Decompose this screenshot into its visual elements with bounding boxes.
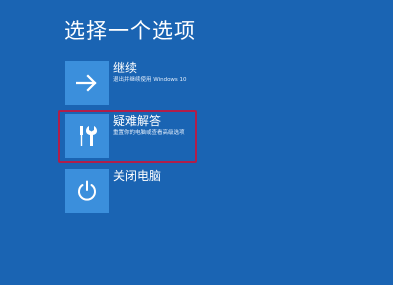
arrow-right-icon (76, 74, 97, 92)
shutdown-option[interactable]: 关闭电脑 (63, 169, 303, 219)
troubleshoot-description: 重置你的电脑或查看高级选项 (113, 130, 185, 136)
power-icon (78, 180, 96, 201)
continue-option[interactable]: 继续 退出并继续使用 Windows 10 (63, 61, 303, 111)
shutdown-tile[interactable] (65, 169, 109, 213)
page-title: 选择一个选项 (64, 19, 196, 43)
continue-title: 继续 (113, 61, 138, 75)
troubleshoot-option[interactable]: 疑难解答 重置你的电脑或查看高级选项 (63, 114, 303, 164)
continue-description: 退出并继续使用 Windows 10 (113, 77, 187, 83)
troubleshoot-tile[interactable] (65, 114, 109, 158)
tools-icon (80, 126, 97, 146)
shutdown-title: 关闭电脑 (113, 169, 162, 183)
continue-tile[interactable] (65, 61, 109, 105)
troubleshoot-title: 疑难解答 (113, 114, 162, 128)
